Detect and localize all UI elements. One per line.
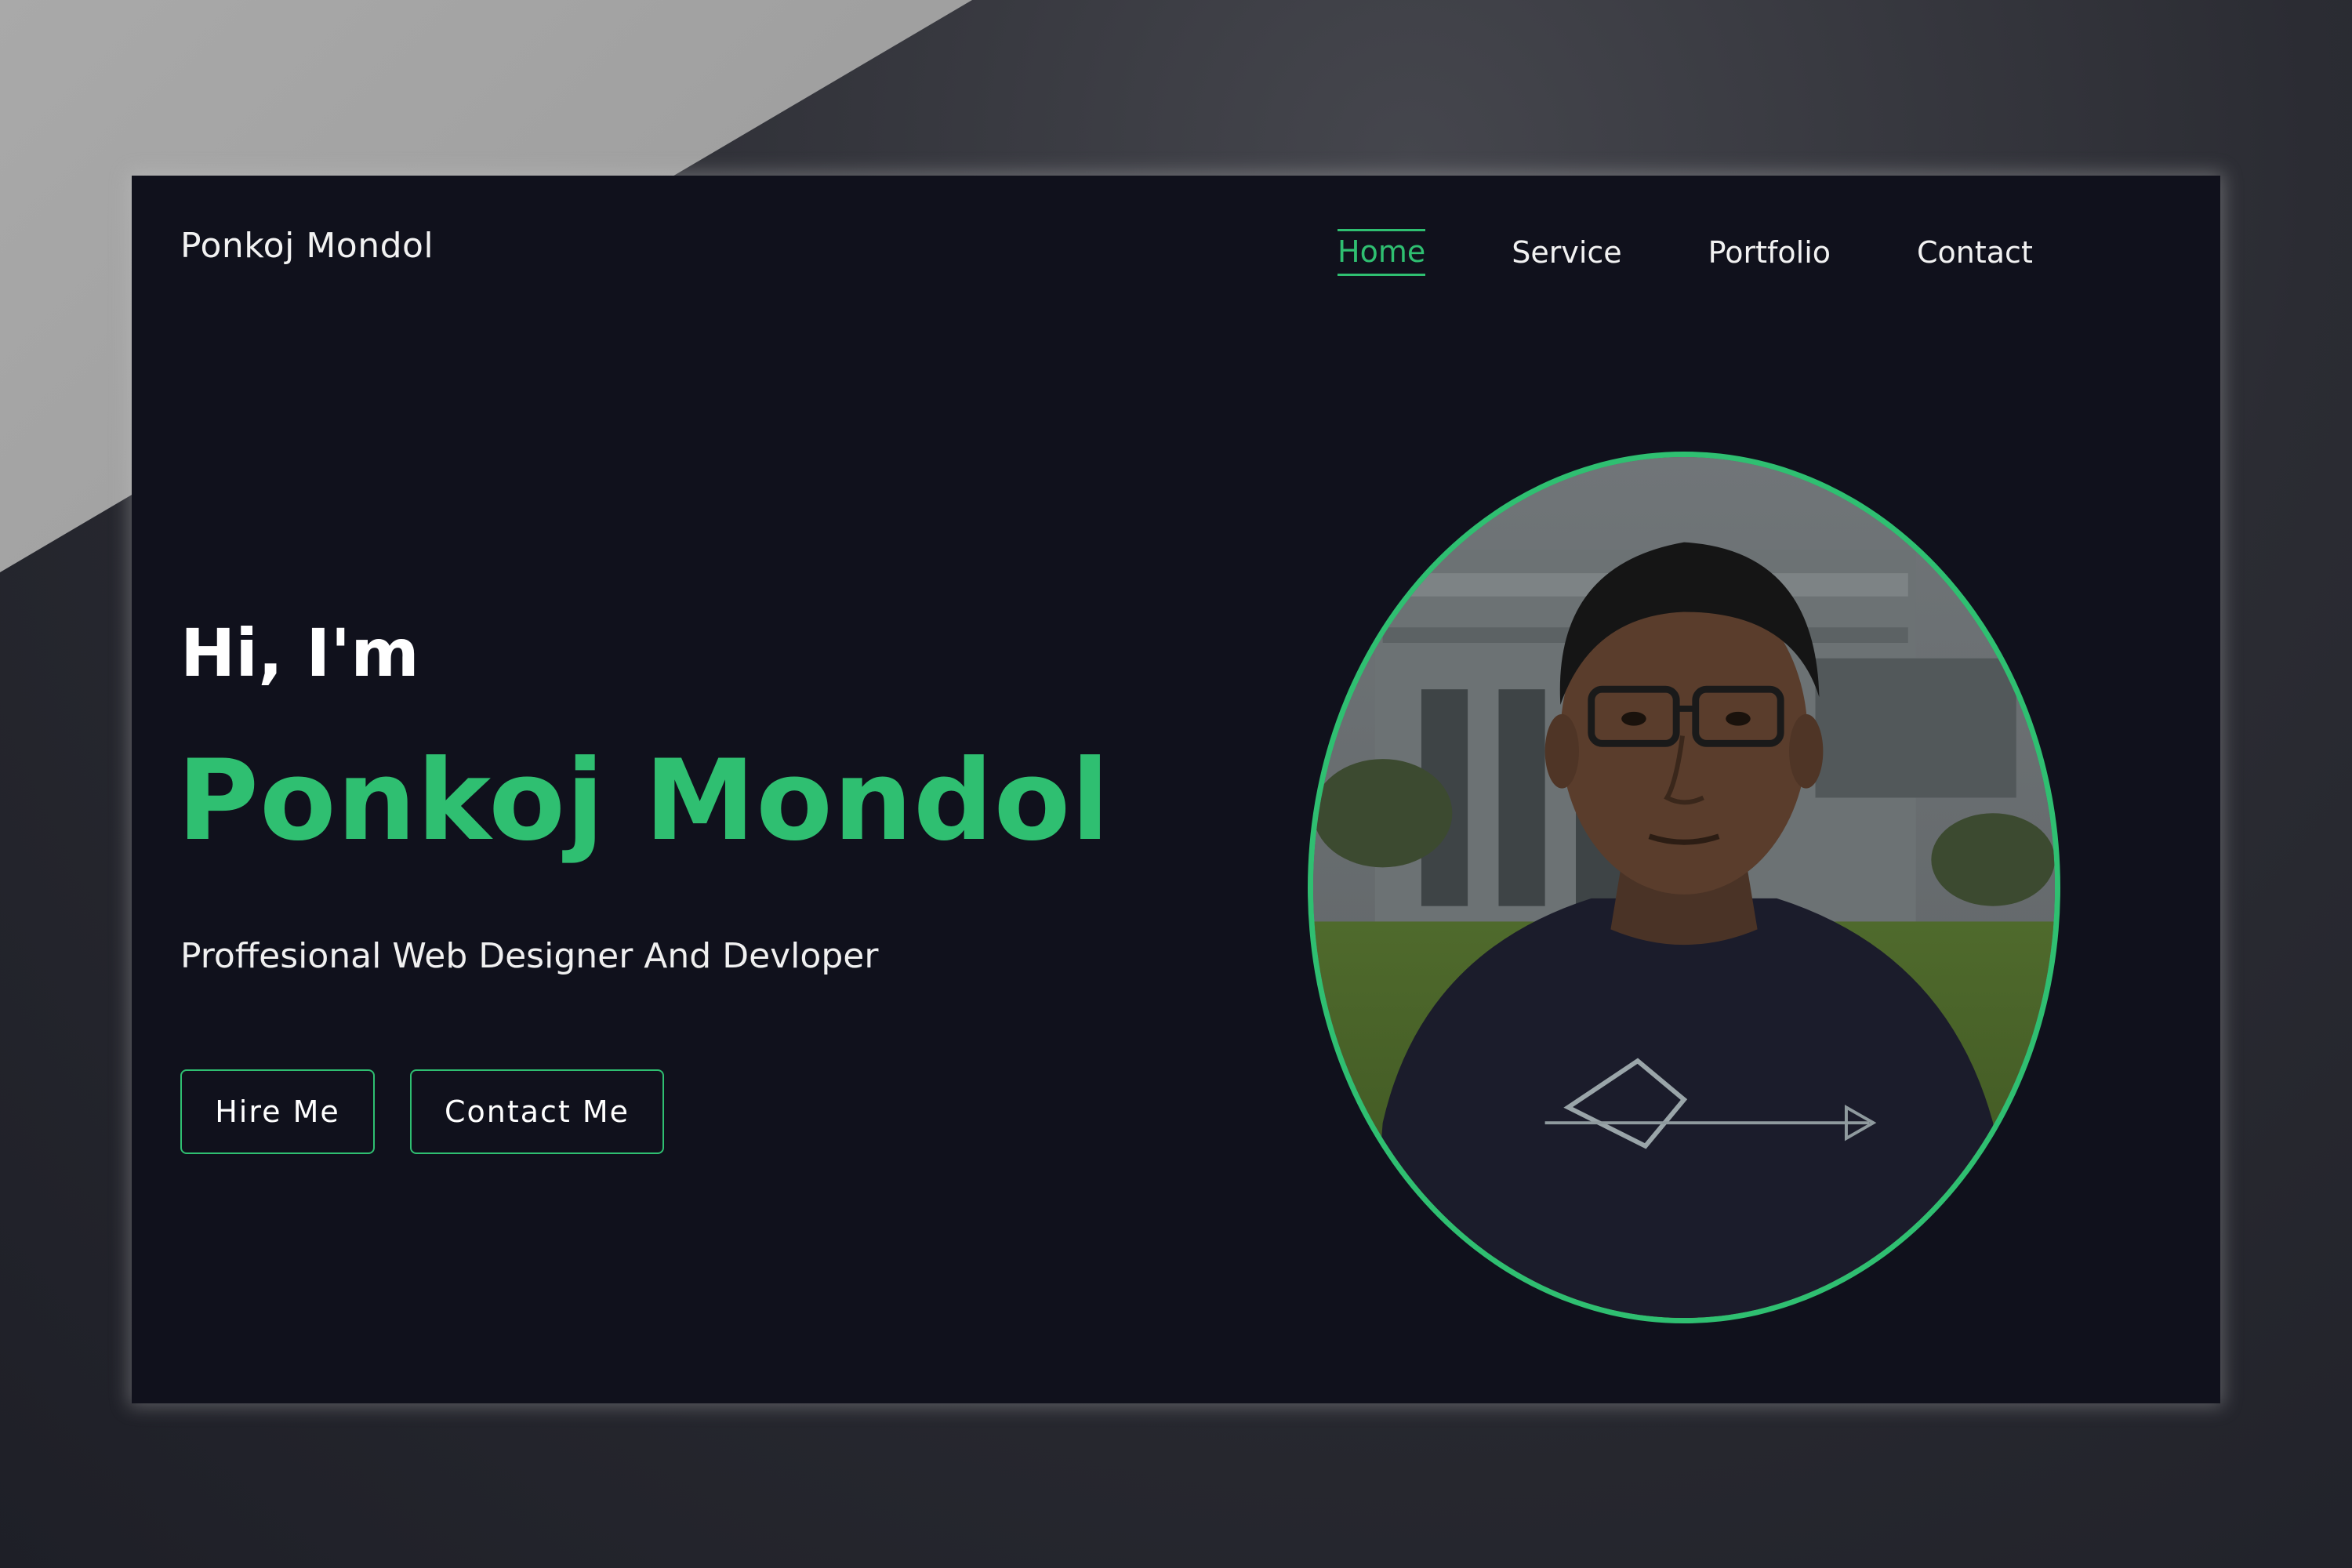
- hero-greeting: Hi, I'm: [180, 615, 419, 691]
- profile-photo: [1308, 452, 2060, 1323]
- site-brand[interactable]: Ponkoj Mondol: [180, 226, 434, 266]
- person-photo-icon: [1313, 457, 2055, 1318]
- hire-me-button[interactable]: Hire Me: [180, 1069, 375, 1154]
- nav-home[interactable]: Home: [1338, 229, 1426, 276]
- main-nav: Home Service Portfolio Contact: [1338, 229, 2033, 276]
- nav-service[interactable]: Service: [1512, 229, 1621, 276]
- nav-portfolio[interactable]: Portfolio: [1708, 229, 1831, 276]
- website-frame: Ponkoj Mondol Home Service Portfolio Con…: [132, 176, 2220, 1403]
- hero-name: Ponkoj Mondol: [177, 736, 1110, 866]
- contact-me-button[interactable]: Contact Me: [410, 1069, 664, 1154]
- nav-contact[interactable]: Contact: [1917, 229, 2033, 276]
- hero-tagline: Proffesional Web Designer And Devloper: [180, 936, 879, 976]
